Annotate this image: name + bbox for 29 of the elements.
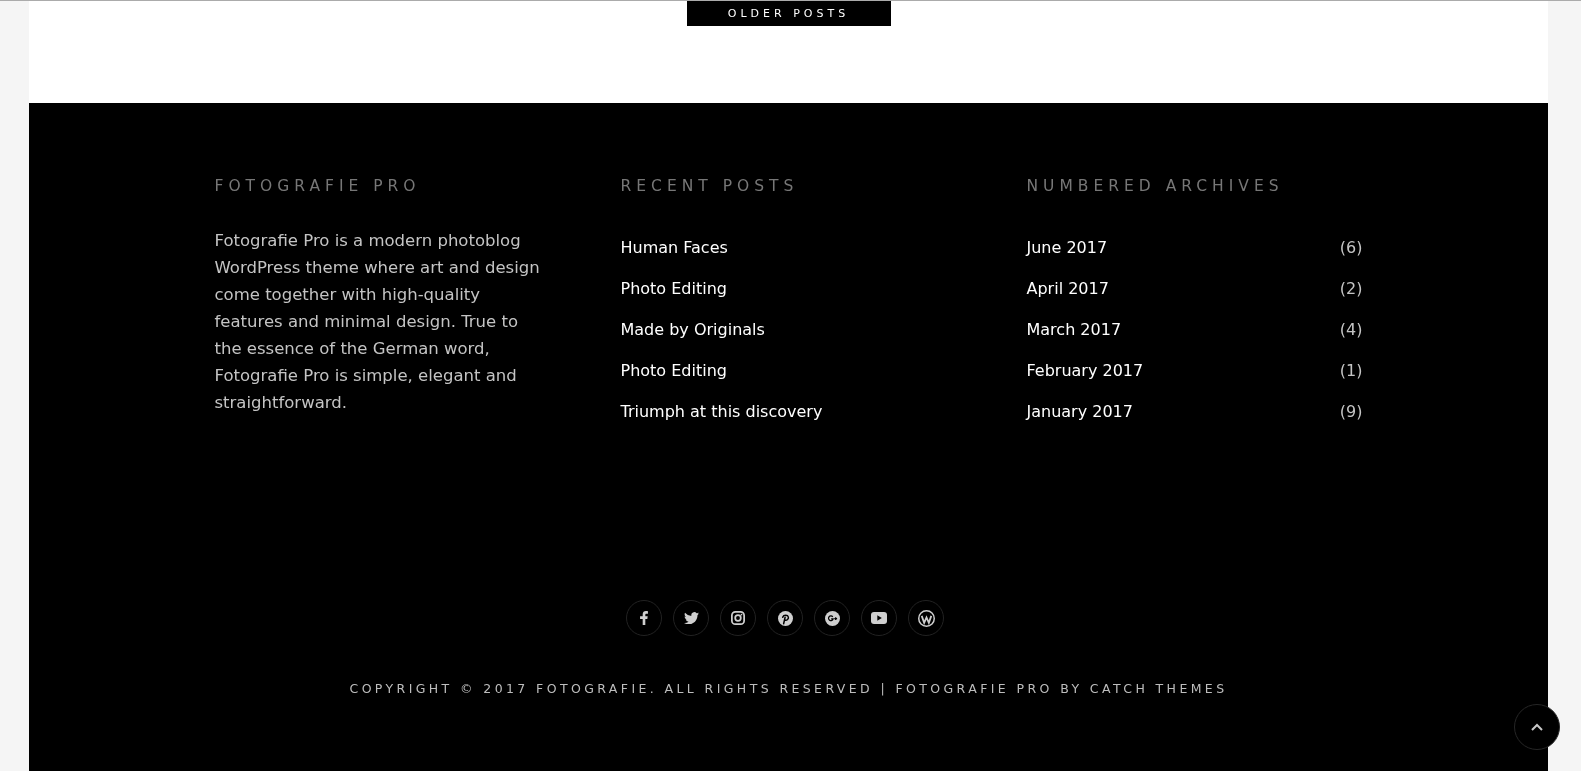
facebook-icon: [640, 611, 648, 625]
widget-title: FOTOGRAFIE PRO: [214, 176, 421, 196]
archive-link[interactable]: April 2017: [1026, 275, 1109, 302]
wordpress-icon: [917, 609, 935, 627]
archive-link[interactable]: March 2017: [1026, 316, 1122, 343]
twitter-icon: [683, 611, 699, 625]
pinterest-icon: [777, 610, 793, 626]
instagram-icon: [731, 611, 745, 625]
copyright-text: COPYRIGHT © 2017 FOTOGRAFIE. ALL RIGHTS RESERVED | FOTOGRAFIE PRO BY CATCH THEMES: [349, 680, 1228, 698]
post-count: (4): [1339, 319, 1363, 341]
recent-post-link[interactable]: Human Faces: [620, 238, 728, 257]
archive-link[interactable]: January 2017: [1026, 398, 1133, 425]
archive-link[interactable]: February 2017: [1026, 357, 1144, 384]
chevron-up-icon: [1531, 723, 1543, 731]
google-plus-icon: [824, 610, 840, 626]
post-count: (1): [1339, 360, 1363, 382]
post-count: (2): [1339, 278, 1363, 300]
post-count: (9): [1339, 401, 1363, 423]
archive-link[interactable]: June 2017: [1026, 234, 1108, 261]
recent-post-link[interactable]: Made by Originals: [620, 320, 765, 339]
youtube-icon: [871, 612, 887, 624]
recent-post-link[interactable]: Photo Editing: [620, 279, 727, 298]
recent-post-link[interactable]: Photo Editing: [620, 361, 727, 380]
recent-post-link[interactable]: Triumph at this discovery: [620, 402, 823, 421]
post-count: (6): [1339, 237, 1363, 259]
widget-title: NUMBERED ARCHIVES: [1026, 176, 1284, 196]
widget-title: RECENT POSTS: [620, 176, 799, 196]
older-posts-button[interactable]: OLDER POSTS: [686, 1, 891, 26]
about-text: Fotografie Pro is a modern photoblog WordPress theme where art and design come together with high-quality features and minimal design. True to the essence of the German word, Fotografie Pro is simple, elegant and straightforward.: [214, 230, 541, 414]
